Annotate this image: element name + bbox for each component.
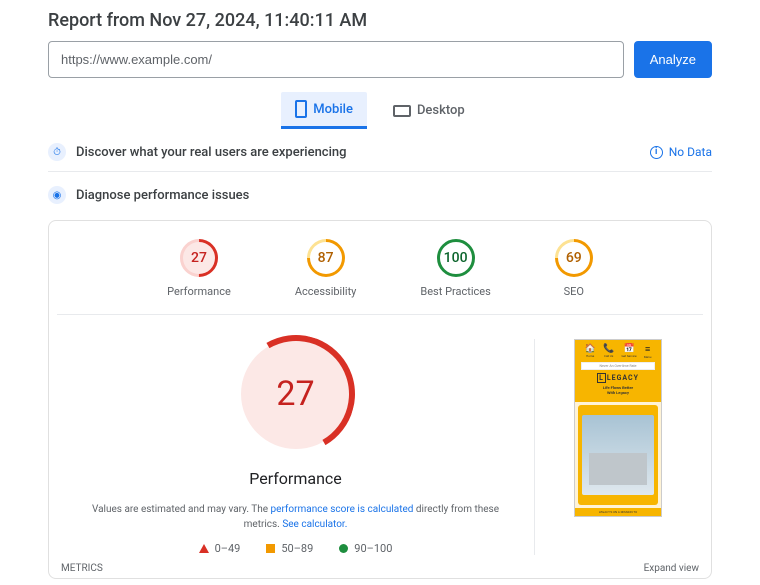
score-performance-label: Performance [167, 285, 231, 298]
square-icon [266, 544, 275, 553]
circle-icon [339, 544, 348, 553]
info-icon: i [650, 146, 663, 159]
no-data-link[interactable]: i No Data [650, 145, 712, 159]
no-data-label: No Data [669, 145, 712, 159]
score-accessibility-label: Accessibility [295, 285, 357, 298]
report-title: Report from Nov 27, 2024, 11:40:11 AM [48, 10, 712, 31]
tab-desktop-label: Desktop [417, 103, 465, 118]
gauge-performance: 27 [180, 239, 218, 277]
hero-image [582, 415, 654, 495]
gauge-bestpractices: 100 [437, 239, 475, 277]
score-bestpractices-label: Best Practices [420, 285, 490, 298]
performance-description: Values are estimated and may vary. The p… [77, 502, 514, 532]
section-diagnose-title: Diagnose performance issues [76, 188, 249, 203]
big-performance-gauge: 27 [241, 339, 351, 449]
calc-link-1[interactable]: performance score is calculated [271, 504, 414, 515]
score-performance[interactable]: 27 Performance [167, 239, 231, 298]
tab-mobile-label: Mobile [313, 102, 353, 117]
mobile-icon [295, 100, 307, 118]
metrics-heading: METRICS [61, 563, 103, 574]
score-seo-label: SEO [564, 285, 584, 298]
home-icon: 🏠 [585, 344, 596, 354]
calc-link-2[interactable]: See calculator. [282, 519, 347, 530]
diagnose-card: 27 Performance 87 Accessibility 100 Best… [48, 220, 712, 579]
url-input[interactable] [48, 41, 624, 78]
section-discover-title: Discover what your real users are experi… [76, 145, 347, 160]
target-icon: ◉ [48, 186, 66, 204]
menu-icon: ≡ [645, 344, 650, 355]
tab-mobile[interactable]: Mobile [281, 92, 367, 129]
big-performance-label: Performance [249, 469, 342, 488]
speedometer-icon: ⏱ [48, 143, 66, 161]
phone-icon: 📞 [603, 344, 614, 354]
gauge-seo: 69 [555, 239, 593, 277]
triangle-icon [199, 544, 209, 553]
calendar-icon: 📅 [623, 344, 634, 354]
page-screenshot: 🏠Home 📞Call Us 📅Get Service ≡Menu Never … [574, 339, 662, 517]
score-bestpractices[interactable]: 100 Best Practices [420, 239, 490, 298]
score-seo[interactable]: 69 SEO [555, 239, 593, 298]
analyze-button[interactable]: Analyze [634, 41, 712, 78]
tab-desktop[interactable]: Desktop [379, 92, 479, 129]
gauge-accessibility: 87 [307, 239, 345, 277]
score-accessibility[interactable]: 87 Accessibility [295, 239, 357, 298]
score-legend: 0–49 50–89 90–100 [199, 542, 393, 555]
expand-view-link[interactable]: Expand view [644, 563, 699, 574]
desktop-icon [393, 105, 411, 117]
